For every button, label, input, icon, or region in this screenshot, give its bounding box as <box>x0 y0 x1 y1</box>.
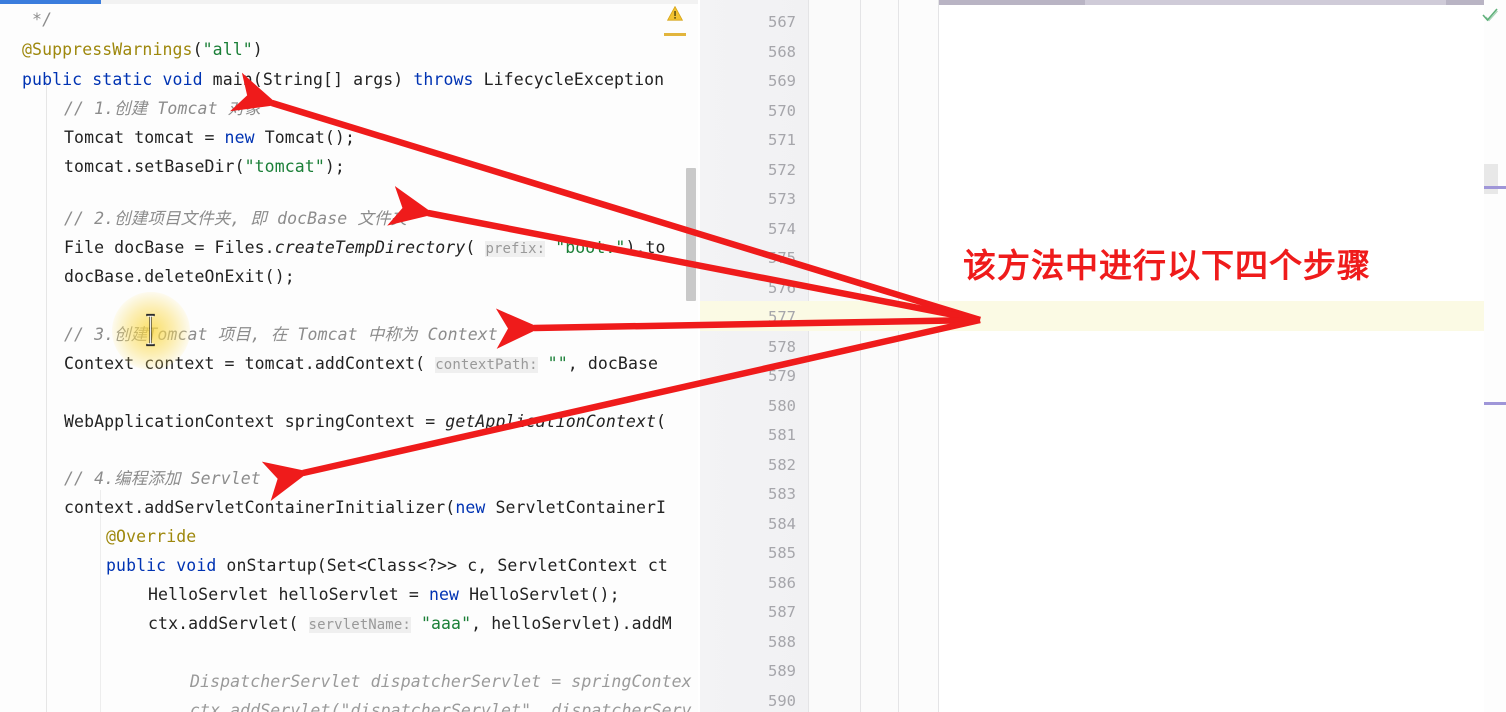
code-token: ctx.addServlet("dispatcherServlet", disp… <box>190 701 692 712</box>
code-token: createTempDirectory <box>274 238 466 257</box>
code-token: DispatcherServlet dispatcherServlet = sp… <box>190 672 692 691</box>
text-ibeam-cursor <box>146 313 155 347</box>
left-scrollbar-track[interactable] <box>686 4 696 710</box>
code-token: ).to <box>625 238 666 257</box>
stripe-mark-2[interactable] <box>1484 402 1506 405</box>
left-code-line: HelloServlet helloServlet = new HelloSer… <box>148 580 620 610</box>
code-token: getApplicationContext <box>445 412 657 431</box>
code-token: // 1.创建 Tomcat 对象 <box>64 99 261 118</box>
code-token: HelloServlet(); <box>459 585 620 604</box>
left-code-line: File docBase = Files.createTempDirectory… <box>64 233 666 265</box>
left-tab-strip <box>0 0 700 4</box>
code-token: docBase.deleteOnExit(); <box>64 267 295 286</box>
code-token: public <box>22 70 83 89</box>
left-editor-pane[interactable]: */@SuppressWarnings("all") public static … <box>0 0 700 712</box>
warning-marker-dash[interactable] <box>664 33 686 36</box>
left-code-text: */@SuppressWarnings("all") public static … <box>0 5 700 712</box>
code-token: @Override <box>106 527 197 546</box>
code-token: WebApplicationContext springContext = <box>64 412 446 431</box>
code-token: ( <box>656 412 667 431</box>
code-token: tomcat.setBaseDir( <box>64 157 245 176</box>
stripe-block-1[interactable] <box>1484 164 1498 194</box>
code-token: "tomcat" <box>244 157 325 176</box>
code-token: new <box>455 498 486 517</box>
left-code-line: // 3.创建Tomcat 项目, 在 Tomcat 中称为 Context <box>64 320 498 350</box>
code-token: ctx.addServlet( <box>148 614 309 633</box>
code-token: new <box>428 585 460 604</box>
code-token: Context context = tomcat.addContext( <box>64 354 436 373</box>
code-token: // 2.创建项目文件夹, 即 docBase 文件夹 <box>64 209 408 228</box>
code-token: void <box>162 70 203 89</box>
code-token: public <box>106 556 167 575</box>
left-code-line: docBase.deleteOnExit(); <box>64 262 295 292</box>
code-token: ( <box>192 40 203 59</box>
code-token: context.addServletContainerInitializer( <box>64 498 456 517</box>
left-code-line: public static void main(String[] args) t… <box>22 65 664 95</box>
code-token: ) <box>252 40 263 59</box>
code-token: , helloServlet).addM <box>471 614 672 633</box>
code-token: File docBase = Files. <box>64 238 275 257</box>
left-code-line: Tomcat tomcat = new Tomcat(); <box>64 123 355 153</box>
left-code-line: */ <box>22 5 52 35</box>
code-token: static <box>92 70 153 89</box>
left-code-line: Context context = tomcat.addContext( con… <box>64 349 658 381</box>
left-code-line: public void onStartup(Set<Class<?>> c, S… <box>106 551 668 581</box>
left-code-line: // 2.创建项目文件夹, 即 docBase 文件夹 <box>64 204 407 234</box>
error-stripe-gutter[interactable] <box>1484 0 1506 712</box>
editor-split-view: */@SuppressWarnings("all") public static … <box>0 0 1506 712</box>
code-token: void <box>176 556 217 575</box>
code-token: "aaa" <box>420 614 472 633</box>
right-code-text: registerBeanPostProcessors(beanFactory);… <box>700 0 1506 712</box>
left-code-line: DispatcherServlet dispatcherServlet = sp… <box>190 667 692 697</box>
left-code-line: tomcat.setBaseDir("tomcat"); <box>64 152 345 182</box>
code-token: prefix: <box>485 241 546 257</box>
code-token: servletName: <box>308 617 411 633</box>
code-token: onStartup(Set<Class<?>> c, ServletContex… <box>216 556 668 575</box>
code-token: Tomcat(); <box>254 128 355 147</box>
code-token: // 3.创建Tomcat 项目, 在 Tomcat 中称为 Context <box>64 325 498 344</box>
left-code-line: @Override <box>106 522 196 552</box>
right-editor-pane[interactable]: 567 568 569 570 571 572 573 574 575 576 577 578 579 5… <box>700 0 1506 712</box>
warning-triangle-icon[interactable] <box>667 6 683 21</box>
code-token: main(String[] args) <box>202 70 414 89</box>
code-token: , docBase <box>567 354 659 373</box>
code-token: new <box>224 128 255 147</box>
code-token: @SuppressWarnings <box>22 40 193 59</box>
stripe-mark-1[interactable] <box>1484 186 1506 189</box>
left-code-line: // 4.编程添加 Servlet <box>64 464 261 494</box>
code-token: Tomcat tomcat = <box>64 128 225 147</box>
active-tab-indicator[interactable] <box>0 0 101 4</box>
code-token: "all" <box>202 40 253 59</box>
code-token: // 4.编程添加 Servlet <box>64 469 261 488</box>
code-token: */ <box>22 10 53 29</box>
code-token: contextPath: <box>435 357 538 373</box>
left-code-line: // 1.创建 Tomcat 对象 <box>64 94 261 124</box>
code-token: ServletContainerI <box>485 498 667 517</box>
code-token: HelloServlet helloServlet = <box>148 585 429 604</box>
left-scrollbar-thumb[interactable] <box>686 168 696 301</box>
left-code-line: ctx.addServlet("dispatcherServlet", disp… <box>190 696 692 712</box>
code-token: throws <box>413 70 474 89</box>
left-code-line: @SuppressWarnings("all") <box>22 35 263 65</box>
code-token: ); <box>324 157 345 176</box>
inspection-ok-checkmark-icon[interactable] <box>1481 7 1499 23</box>
left-code-line: WebApplicationContext springContext = ge… <box>64 407 666 437</box>
left-code-line: context.addServletContainerInitializer(n… <box>64 493 666 523</box>
code-token: ( <box>465 238 486 257</box>
code-token: "" <box>547 354 568 373</box>
left-code-line: ctx.addServlet( servletName: "aaa", hell… <box>148 609 672 641</box>
code-token: LifecycleException <box>473 70 665 89</box>
code-token: "boot." <box>555 238 626 257</box>
